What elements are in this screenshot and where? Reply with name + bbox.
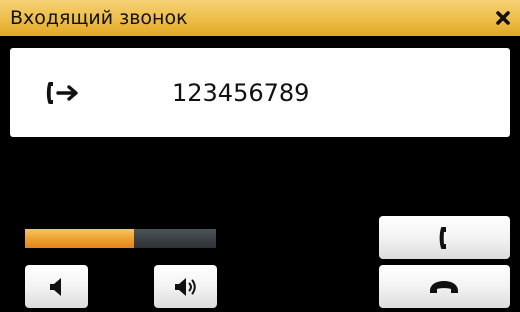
hang-up-icon (430, 281, 458, 293)
volume-slider[interactable] (25, 229, 216, 248)
caller-info-panel: 123456789 (10, 48, 510, 137)
phone-handset-icon (439, 227, 446, 249)
volume-level-fill (25, 229, 134, 248)
speaker-low-icon (50, 278, 61, 296)
answer-call-button[interactable] (379, 216, 510, 259)
incoming-call-dialog: Входящий звонок 123456789 (0, 0, 520, 312)
title-bar: Входящий звонок (0, 0, 520, 36)
caller-number: 123456789 (172, 79, 310, 107)
incoming-call-icon (46, 82, 78, 104)
close-button[interactable] (492, 7, 514, 29)
volume-up-button[interactable] (154, 265, 217, 308)
dialog-title: Входящий звонок (10, 7, 188, 29)
speaker-high-icon (175, 278, 196, 296)
volume-down-button[interactable] (25, 265, 88, 308)
close-icon (496, 11, 510, 25)
end-call-button[interactable] (379, 265, 510, 308)
